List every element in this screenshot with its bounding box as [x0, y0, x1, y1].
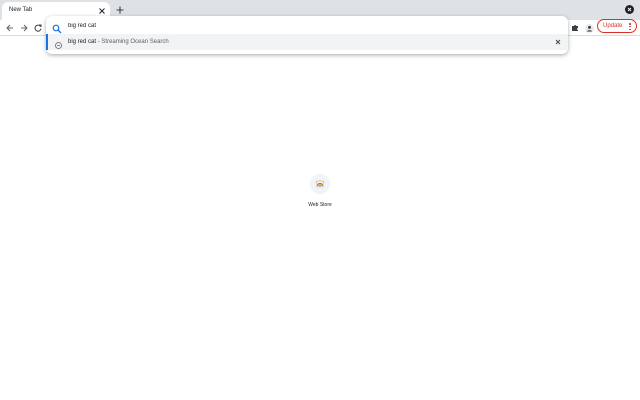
avatar-icon	[584, 23, 594, 33]
tab-close-icon[interactable]	[96, 5, 107, 16]
web-store-icon	[315, 180, 325, 188]
update-label: Update	[603, 23, 623, 29]
close-icon	[627, 7, 632, 12]
extensions-button[interactable]	[569, 22, 581, 34]
search-icon	[52, 21, 62, 34]
back-button[interactable]	[4, 22, 16, 34]
suggestion-query: big red cat	[68, 39, 97, 45]
puzzle-icon	[572, 25, 578, 31]
address-bar-input[interactable]	[68, 23, 468, 29]
suggestion-text: big red cat - Streaming Ocean Search	[68, 39, 169, 45]
more-menu-icon	[629, 23, 631, 30]
close-icon	[555, 39, 560, 44]
arrow-left-icon	[6, 24, 13, 32]
shortcut-tile	[310, 174, 330, 194]
omnibox-dropdown: big red cat - Streaming Ocean Search	[46, 16, 568, 54]
update-button[interactable]: Update	[597, 19, 637, 33]
remove-suggestion-button[interactable]	[553, 37, 562, 46]
shortcut-label: Web Store	[308, 202, 332, 208]
window-close-button[interactable]	[625, 5, 634, 14]
reload-button[interactable]	[32, 22, 44, 34]
suggestion-source: Streaming Ocean Search	[101, 39, 169, 45]
arrow-right-icon	[21, 24, 28, 32]
new-tab-button[interactable]	[114, 4, 126, 16]
shortcut-web-store[interactable]: Web Store	[300, 172, 340, 212]
search-icon	[54, 37, 63, 49]
reload-icon	[34, 24, 42, 32]
tab-title: New Tab	[9, 7, 33, 13]
plus-icon	[116, 6, 124, 14]
profile-button[interactable]	[583, 22, 595, 34]
omnibox-suggestion[interactable]: big red cat - Streaming Ocean Search	[46, 34, 568, 50]
forward-button[interactable]	[18, 22, 30, 34]
